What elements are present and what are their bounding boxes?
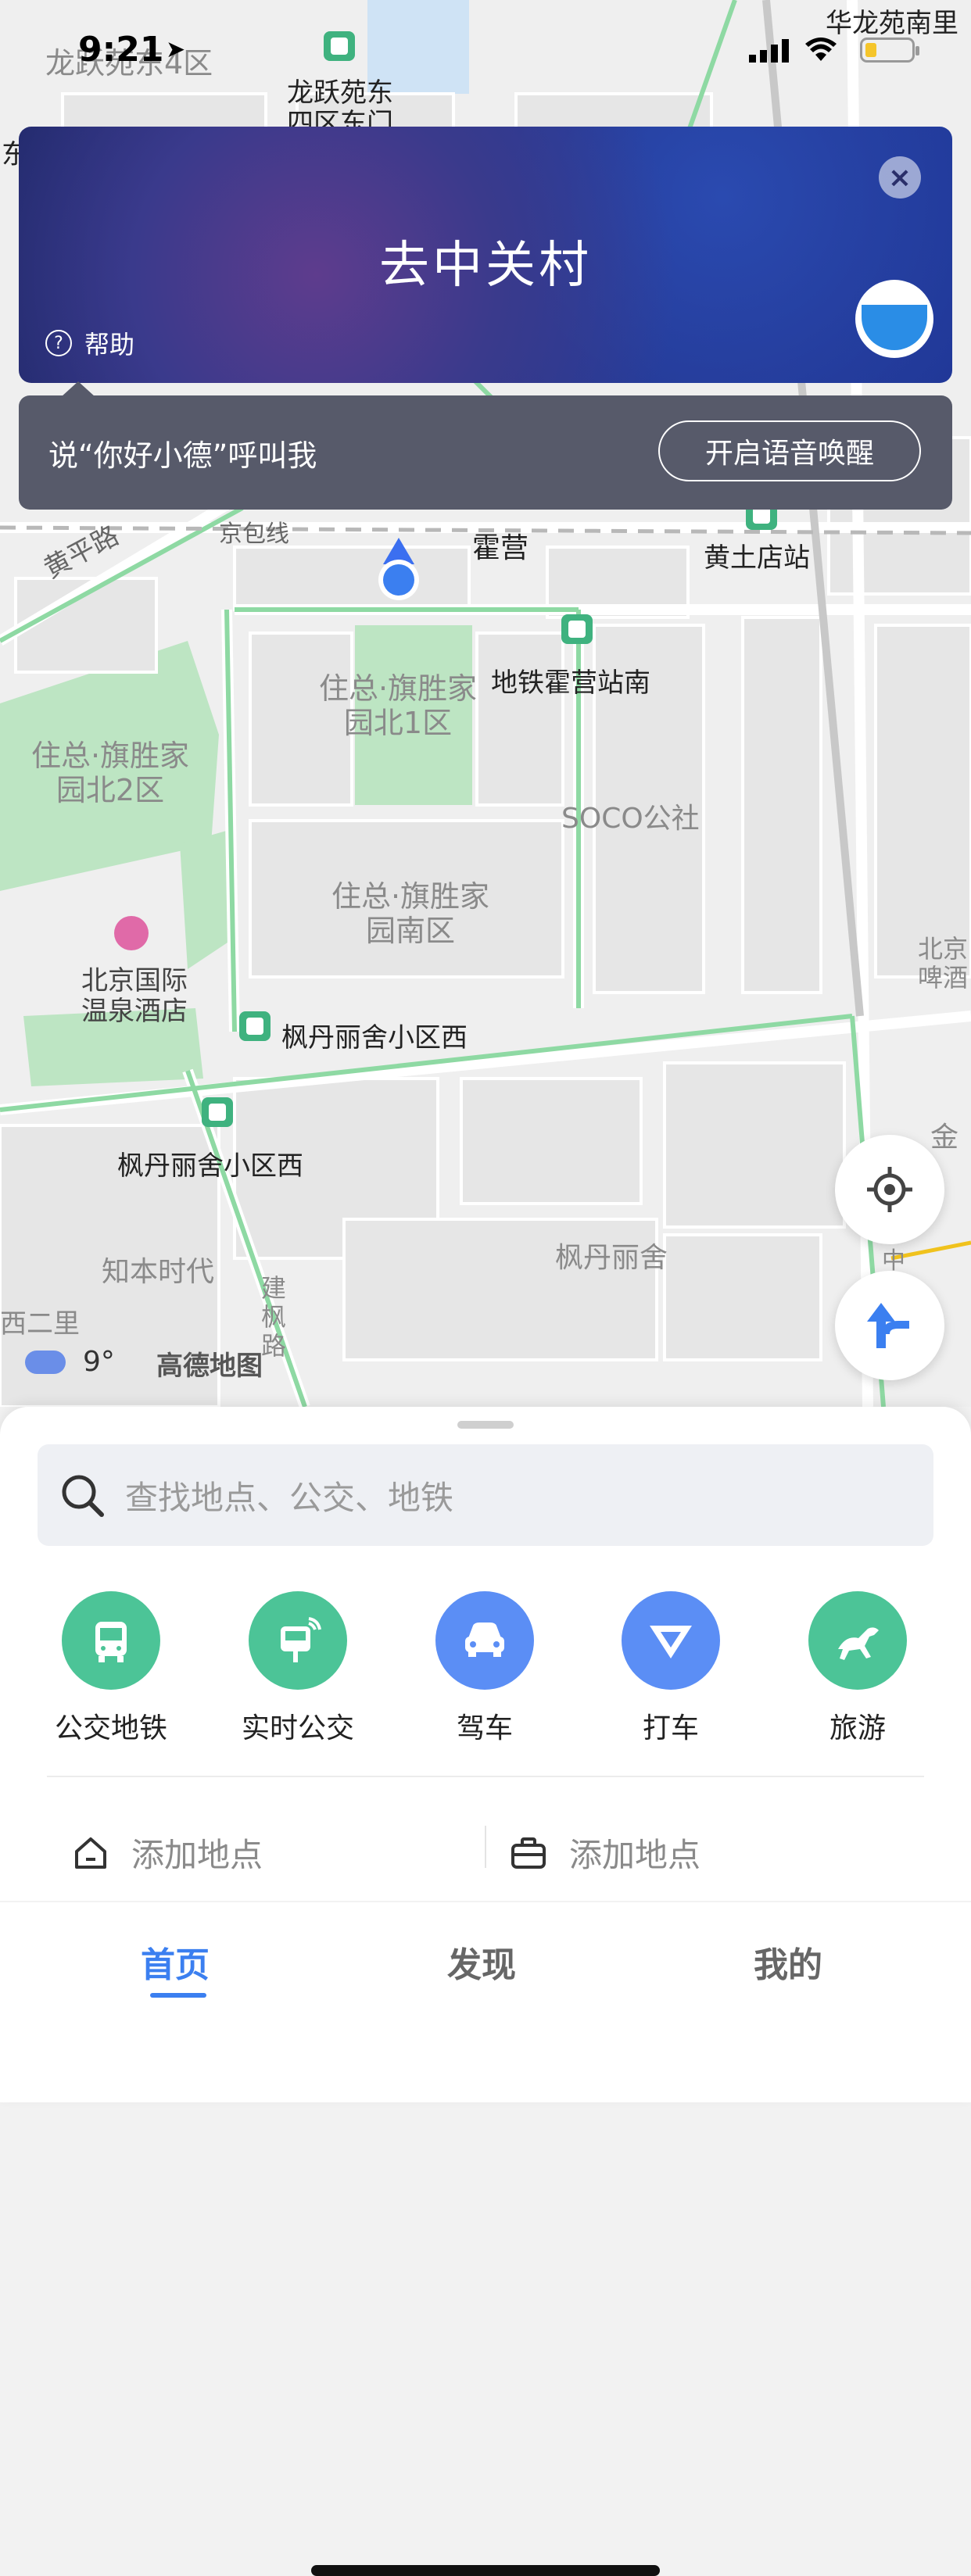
status-time: 9:21 bbox=[78, 30, 164, 70]
quick-action-travel[interactable]: 旅游 bbox=[779, 1591, 936, 1746]
battery-low-icon bbox=[860, 38, 919, 63]
divider bbox=[485, 1826, 486, 1868]
map-label: 北京啤酒 bbox=[917, 934, 968, 993]
quick-action-drive[interactable]: 驾车 bbox=[407, 1591, 563, 1746]
voice-wake-tip: 说“你好小德”呼叫我 开启语音唤醒 bbox=[19, 395, 952, 510]
divider bbox=[47, 1776, 924, 1777]
place-label: 添加地点 bbox=[131, 1836, 263, 1874]
voice-assistant-card[interactable]: × 去中关村 ? 帮助 bbox=[19, 127, 952, 383]
map-label: 西二里 bbox=[0, 1308, 80, 1340]
tab-discover[interactable]: 发现 bbox=[447, 1937, 516, 1987]
map-label: 建枫路 bbox=[260, 1273, 286, 1361]
map-label: 黄土店站 bbox=[704, 542, 810, 574]
location-arrow-icon: ➤ bbox=[166, 36, 186, 63]
quick-action-label: 驾车 bbox=[456, 1712, 513, 1744]
quick-action-label: 旅游 bbox=[829, 1712, 886, 1744]
map-label: 金 bbox=[930, 1122, 959, 1154]
quick-action-label: 实时公交 bbox=[241, 1712, 354, 1744]
search-placeholder: 查找地点、公交、地铁 bbox=[125, 1478, 454, 1517]
tab-home[interactable]: 首页 bbox=[141, 1937, 210, 1987]
voice-assistant-mascot-icon[interactable] bbox=[855, 280, 933, 358]
search-icon bbox=[62, 1475, 104, 1517]
search-bar[interactable]: 查找地点、公交、地铁 bbox=[38, 1444, 933, 1546]
bus-stop-icon[interactable] bbox=[239, 1011, 271, 1047]
active-tab-indicator bbox=[150, 1993, 206, 1998]
brand-logo: 高德地图 bbox=[156, 1351, 263, 1382]
place-label: 添加地点 bbox=[569, 1836, 701, 1874]
route-arrow-icon bbox=[867, 1303, 909, 1348]
map-label: SOCO公社 bbox=[561, 803, 700, 835]
map-label: 枫丹丽舍 bbox=[555, 1242, 668, 1274]
temperature: 9° bbox=[83, 1346, 115, 1378]
quick-action-label: 打车 bbox=[642, 1712, 699, 1744]
add-work-place[interactable]: 添加地点 bbox=[510, 1829, 700, 1877]
bottom-sheet: 查找地点、公交、地铁 公交地铁 实时公交 驾车 打车 旅游 添加地点 添加地点 … bbox=[0, 1407, 971, 2576]
quick-action-realtime-bus[interactable]: 实时公交 bbox=[220, 1591, 376, 1746]
quick-action-bus[interactable]: 公交地铁 bbox=[33, 1591, 189, 1746]
question-icon: ? bbox=[45, 330, 72, 356]
locate-button[interactable] bbox=[835, 1135, 944, 1244]
signal-icon bbox=[749, 39, 789, 63]
quick-action-label: 公交地铁 bbox=[54, 1712, 167, 1744]
bus-stop-icon[interactable] bbox=[202, 1097, 233, 1133]
bus-stop-icon[interactable] bbox=[561, 614, 593, 650]
tab-bar: 首页 发现 我的 bbox=[0, 1901, 971, 2576]
map-label: 知本时代 bbox=[102, 1256, 215, 1288]
close-icon[interactable]: × bbox=[879, 156, 921, 199]
enable-voice-wake-button[interactable]: 开启语音唤醒 bbox=[658, 420, 921, 481]
map-label: 住总·旗胜家园南区 bbox=[331, 879, 490, 948]
wifi-icon bbox=[805, 38, 837, 69]
map-label: 北京国际温泉酒店 bbox=[81, 965, 188, 1028]
route-button[interactable] bbox=[835, 1271, 944, 1380]
tooltip-pointer bbox=[61, 381, 95, 397]
cloud-icon bbox=[25, 1350, 66, 1374]
map-label: 住总·旗胜家园北1区 bbox=[318, 671, 478, 740]
home-icon bbox=[75, 1837, 106, 1869]
map-label: 霍营 bbox=[472, 532, 529, 564]
taxi-icon bbox=[622, 1591, 720, 1690]
weather-widget: 9° bbox=[25, 1346, 115, 1378]
map-label: 京包线 bbox=[219, 521, 289, 548]
quick-action-taxi[interactable]: 打车 bbox=[593, 1591, 749, 1746]
map-label: 住总·旗胜家园北2区 bbox=[30, 739, 190, 807]
bus-icon bbox=[62, 1591, 160, 1690]
horse-icon bbox=[808, 1591, 907, 1690]
map-label: 枫丹丽舍小区西 bbox=[281, 1022, 468, 1054]
hotel-icon[interactable] bbox=[114, 916, 149, 950]
realtime-bus-icon bbox=[249, 1591, 347, 1690]
tab-mine[interactable]: 我的 bbox=[754, 1937, 822, 1987]
map-label: 枫丹丽舍小区西 bbox=[117, 1150, 303, 1182]
sheet-drag-handle[interactable] bbox=[457, 1421, 514, 1429]
car-icon bbox=[435, 1591, 534, 1690]
add-home-place[interactable]: 添加地点 bbox=[72, 1829, 263, 1877]
briefcase-icon bbox=[511, 1837, 546, 1869]
help-button[interactable]: ? 帮助 bbox=[45, 325, 134, 361]
status-bar: 9:21 ➤ bbox=[0, 0, 971, 102]
home-indicator[interactable] bbox=[311, 2565, 660, 2576]
wake-tip-text: 说“你好小德”呼叫我 bbox=[48, 438, 317, 473]
quick-actions: 公交地铁 实时公交 驾车 打车 旅游 bbox=[0, 1591, 971, 1748]
help-label: 帮助 bbox=[84, 330, 135, 360]
map-label: 地铁霍营站南 bbox=[491, 667, 650, 699]
voice-command-title: 去中关村 bbox=[379, 237, 592, 295]
locate-icon bbox=[867, 1167, 912, 1212]
